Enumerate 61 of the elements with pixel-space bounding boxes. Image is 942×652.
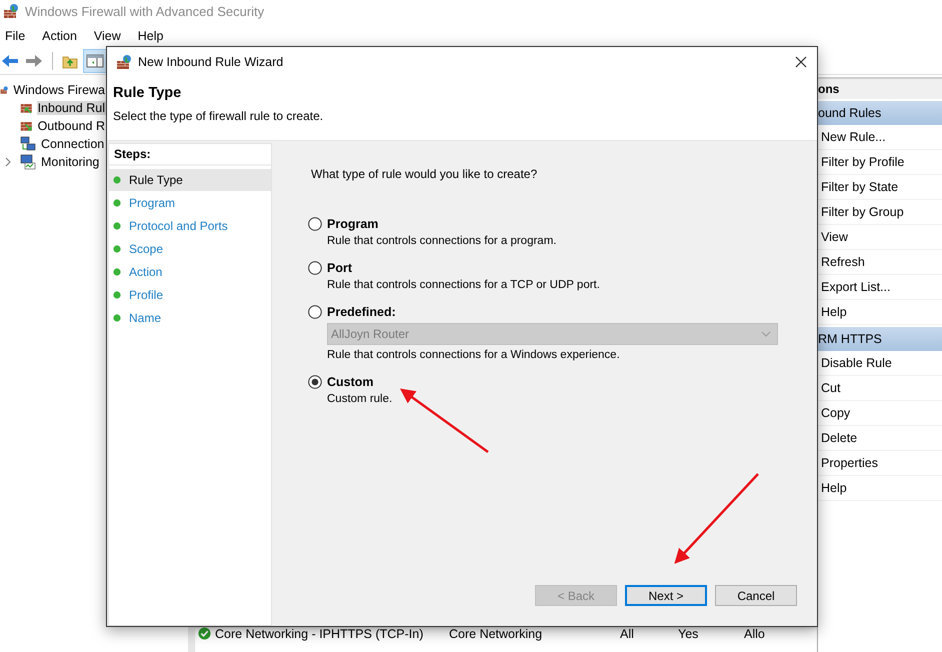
option-label[interactable]: Program [327,217,378,231]
wizard-step[interactable]: Name [109,307,271,329]
wizard-step[interactable]: Scope [109,238,271,260]
radio-button[interactable] [308,217,322,231]
table-cell-text: Yes [678,626,700,640]
wizard-step[interactable]: Profile [109,284,271,306]
dot-icon [113,291,121,299]
menu-item[interactable]: File [5,29,26,43]
option-description: Rule that controls connections for a Windows experience. [327,349,621,361]
option-description: Custom rule. [327,393,394,405]
tree-item[interactable]: Inbound Rul [36,101,106,115]
table-cell-text: Core Networking [449,626,544,640]
table-cell-text: Core Networking - IPHTTPS (TCP-In) [215,626,424,640]
tree-item[interactable]: Monitoring [40,155,100,169]
computers-icon [20,136,36,152]
page-heading: Rule Type [113,85,182,101]
radio-button[interactable] [308,261,322,275]
wizard-button[interactable]: Cancel [715,585,797,606]
option-label[interactable]: Custom [327,375,374,389]
steps-label: Steps: [109,144,271,166]
option-description: Rule that controls connections for a TCP or UDP port. [327,279,601,291]
forward-arrow-icon[interactable] [25,54,43,68]
dot-icon [113,176,121,184]
question-text: What type of rule would you like to create? [311,167,538,181]
page-subtitle: Select the type of firewall rule to create. [113,109,324,123]
dialog-title: New Inbound Rule Wizard [138,55,284,69]
close-icon[interactable] [795,56,807,68]
option-label[interactable]: Predefined: [327,305,396,319]
menu-item[interactable]: Action [42,29,77,43]
monitor-chart-icon [20,154,36,170]
actions-section-header[interactable]: RM HTTPS [818,327,942,351]
table-cell-text: Allo [744,626,766,640]
radio-button[interactable] [308,305,322,319]
menu-item[interactable]: View [94,29,121,43]
option-description: Rule that controls connections for a program. [327,235,558,247]
wizard-step[interactable]: Rule Type [109,169,271,191]
dot-icon [113,314,121,322]
tree-item[interactable]: Connection [40,137,106,151]
window-title: Windows Firewall with Advanced Security [25,4,264,18]
brick-wall-globe-icon [116,54,132,70]
option-label[interactable]: Port [327,261,352,275]
tree-item[interactable]: Windows Firewa [12,83,106,97]
back-arrow-icon[interactable] [1,54,19,68]
brick-wall-globe-icon [3,3,19,19]
dot-icon [113,268,121,276]
table-cell-text: All [620,626,635,640]
wizard-step[interactable]: Program [109,192,271,214]
dot-icon [113,222,121,230]
dot-icon [113,245,121,253]
caret-icon [761,331,771,337]
wizard-step[interactable]: Protocol and Ports [109,215,271,237]
chevron-right-icon[interactable] [4,157,12,167]
radio-button[interactable] [308,375,322,389]
dot-icon [113,199,121,207]
tree-item[interactable]: Outbound R [36,119,106,133]
wizard-button[interactable]: Next > [625,585,707,606]
pane-icon[interactable] [84,50,106,72]
wizard-step[interactable]: Action [109,261,271,283]
actions-section-header[interactable]: ound Rules [818,101,942,125]
menu-item[interactable]: Help [138,29,164,43]
actions-header: ons [818,77,942,99]
